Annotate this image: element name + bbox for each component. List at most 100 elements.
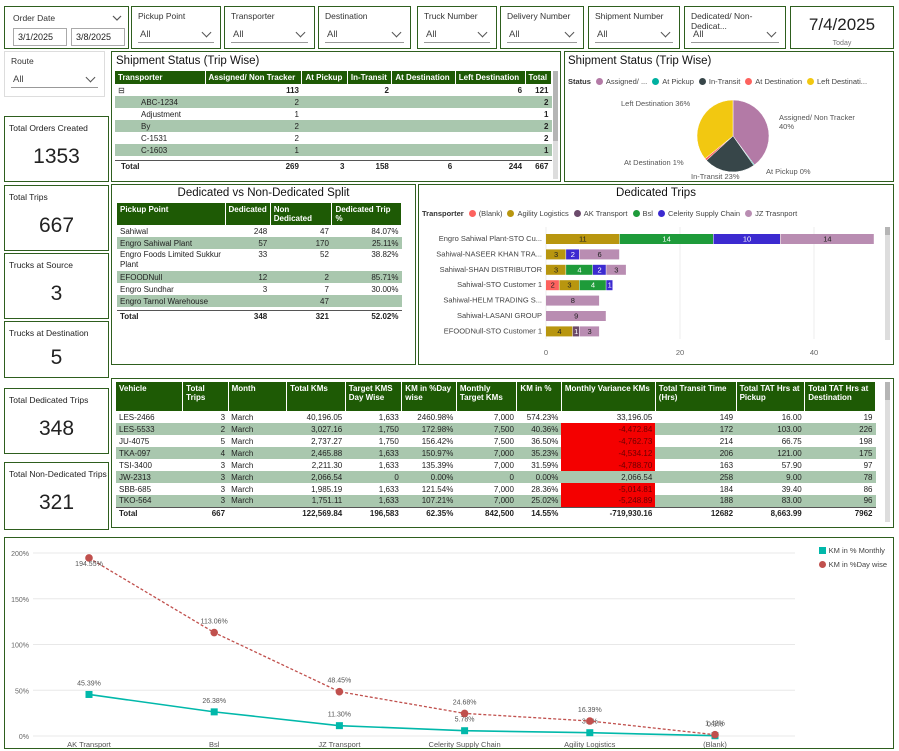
legend-item[interactable]: At Destination xyxy=(745,77,802,86)
legend-label: (Blank) xyxy=(478,209,503,218)
delivery-number-dropdown[interactable]: All xyxy=(507,27,577,43)
col-header[interactable]: KM in %Day wise xyxy=(401,382,457,411)
order-date-to-input[interactable]: 3/8/2025 xyxy=(71,28,125,46)
pickup-point-slicer[interactable]: Pickup Point All xyxy=(131,6,221,49)
scrollbar[interactable] xyxy=(885,227,890,340)
table-cell: 1,633 xyxy=(345,447,402,459)
transporter-slicer[interactable]: Transporter All xyxy=(224,6,315,49)
table-cell: 244 xyxy=(455,159,526,172)
legend-item[interactable]: Assigned/ ... xyxy=(595,77,647,86)
shipment-number-value: All xyxy=(597,29,608,40)
table-row[interactable]: LES-2466 3 March 40,196.05 1,633 2460.98% 7,00… xyxy=(116,411,876,423)
card-title: Total Non-Dedicated Trips xyxy=(9,469,107,479)
table-row[interactable]: ABC-1234 2 2 xyxy=(115,96,552,108)
dedicated-dropdown[interactable]: All xyxy=(691,27,779,43)
col-header[interactable]: Month xyxy=(228,382,288,411)
legend-item[interactable]: (Blank) xyxy=(468,209,503,218)
col-header[interactable]: Total xyxy=(525,71,553,84)
col-header[interactable]: Assigned/ Non Tracker xyxy=(205,71,303,84)
table-row[interactable]: TKA-097 4 March 2,465.88 1,633 150.97% 7,000 35… xyxy=(116,447,876,459)
card-value: 3 xyxy=(50,282,63,305)
col-header[interactable]: Left Destination xyxy=(455,71,526,84)
destination-slicer[interactable]: Destination All xyxy=(318,6,411,49)
col-header[interactable]: Non Dedicated xyxy=(270,203,333,225)
legend-item[interactable]: Bsl xyxy=(632,209,653,218)
table-row[interactable]: C-1603 1 1 xyxy=(115,144,552,156)
order-date-from-input[interactable]: 3/1/2025 xyxy=(13,28,67,46)
table-cell: 96 xyxy=(804,495,876,507)
legend-item[interactable]: Left Destinati... xyxy=(807,77,867,86)
truck-number-label: Truck Number xyxy=(424,11,478,21)
table-total-row: Total 348 321 52.02% xyxy=(117,309,402,322)
table-cell: C-1603 xyxy=(115,144,205,156)
shipment-number-slicer[interactable]: Shipment Number All xyxy=(588,6,680,49)
truck-number-dropdown[interactable]: All xyxy=(424,27,490,43)
col-header[interactable]: At Pickup xyxy=(301,71,348,84)
table-cell: 3 xyxy=(182,495,229,507)
legend-item[interactable]: KM in % Monthly xyxy=(818,546,887,555)
col-header[interactable]: Total TAT Hrs at Pickup xyxy=(736,382,806,411)
col-header[interactable]: Dedicated Trip % xyxy=(331,203,402,225)
route-dropdown[interactable]: All xyxy=(11,72,98,88)
legend-item[interactable]: AK Transport xyxy=(573,209,628,218)
table-row[interactable]: SBB-685 3 March 1,985.19 1,633 121.54% 7,000 28… xyxy=(116,483,876,495)
destination-dropdown[interactable]: All xyxy=(325,27,404,43)
collapse-icon[interactable]: ⊟ xyxy=(115,84,205,96)
panel-title: Dedicated Trips xyxy=(616,187,696,199)
table-row[interactable]: JU-4075 5 March 2,737.27 1,750 156.42% 7,500 36… xyxy=(116,435,876,447)
delivery-number-slicer[interactable]: Delivery Number All xyxy=(500,6,584,49)
table-row[interactable]: EFOODNull 12 2 85.71% xyxy=(117,271,402,283)
col-header[interactable]: Total TAT Hrs at Destination xyxy=(804,382,876,411)
col-header[interactable]: Transporter xyxy=(115,71,206,84)
table-row[interactable]: Adjustment 1 1 xyxy=(115,108,552,120)
legend-item[interactable]: At Pickup xyxy=(652,77,694,86)
table-row[interactable]: Sahiwal 248 47 84.07% xyxy=(117,225,402,237)
legend-item[interactable]: Agility Logistics xyxy=(507,209,569,218)
col-header[interactable]: Total Trips xyxy=(182,382,229,411)
col-header[interactable]: Pickup Point xyxy=(117,203,226,225)
table-cell: 2 xyxy=(205,96,302,108)
order-date-slicer: Order Date 3/1/2025 3/8/2025 xyxy=(4,6,129,49)
pickup-point-dropdown[interactable]: All xyxy=(138,27,214,43)
legend-item[interactable]: Celerity Supply Chain xyxy=(657,209,741,218)
transporter-dropdown[interactable]: All xyxy=(231,27,308,43)
table-row[interactable]: By 2 2 xyxy=(115,120,552,132)
scrollbar[interactable] xyxy=(885,382,890,522)
col-header[interactable]: Monthly Variance KMs xyxy=(561,382,656,411)
col-header[interactable]: KM in % xyxy=(516,382,562,411)
truck-number-slicer[interactable]: Truck Number All xyxy=(417,6,497,49)
table-cell: -4,788.70 xyxy=(561,459,656,471)
table-row[interactable]: TKO-564 3 March 1,751.11 1,633 107.21% 7,000 25… xyxy=(116,495,876,507)
table-row[interactable]: LES-5533 2 March 3,027.16 1,750 172.98% 7,500 4… xyxy=(116,423,876,435)
col-header[interactable]: Total Transit Time (Hrs) xyxy=(655,382,737,411)
x-tick-label: Celerity Supply Chain xyxy=(429,740,501,748)
table-row[interactable]: Engro Tarnol Warehouse 47 xyxy=(117,295,402,307)
col-header[interactable]: Total KMs xyxy=(286,382,346,411)
table-row[interactable]: C-1531 2 2 xyxy=(115,132,552,144)
table-cell: 842,500 xyxy=(456,506,517,519)
legend-label: Celerity Supply Chain xyxy=(667,209,741,218)
table-cell: 3 xyxy=(220,460,226,470)
dedicated-slicer[interactable]: Dedicated/ Non-Dedicat... All xyxy=(684,6,786,49)
col-header[interactable]: Target KMS Day Wise xyxy=(345,382,403,411)
table-cell xyxy=(392,108,455,120)
col-header[interactable]: At Destination xyxy=(391,71,456,84)
table-row[interactable]: TSI-3400 3 March 2,211.30 1,633 135.39% 7,000 3… xyxy=(116,459,876,471)
shipment-number-dropdown[interactable]: All xyxy=(595,27,673,43)
col-header[interactable]: Vehicle xyxy=(116,382,184,411)
legend-item[interactable]: In-Transit xyxy=(698,77,741,86)
col-header[interactable]: Dedicated xyxy=(225,203,271,225)
table-row[interactable]: Engro Sahiwal Plant 57 170 25.11% xyxy=(117,237,402,249)
legend-item[interactable]: KM in %Day wise xyxy=(818,560,887,569)
col-header[interactable]: Monthly Target KMs xyxy=(456,382,518,411)
legend-item[interactable]: JZ Trasnport xyxy=(745,209,797,218)
legend-label: In-Transit xyxy=(708,77,741,86)
legend-label: KM in %Day wise xyxy=(828,560,887,569)
table-row[interactable]: Engro Sundhar 3 7 30.00% xyxy=(117,283,402,295)
table-row[interactable]: Engro Foods Limited Sukkur Plant 33 52 38.8… xyxy=(117,249,402,271)
table-row[interactable]: JW-2313 3 March 2,066.54 0 0.00% 0 0.00% 2,066.5… xyxy=(116,471,876,483)
scrollbar[interactable] xyxy=(553,71,558,179)
col-header[interactable]: In-Transit xyxy=(347,71,393,84)
route-slicer[interactable]: Route All xyxy=(4,51,105,97)
chevron-down-icon[interactable] xyxy=(112,13,122,23)
